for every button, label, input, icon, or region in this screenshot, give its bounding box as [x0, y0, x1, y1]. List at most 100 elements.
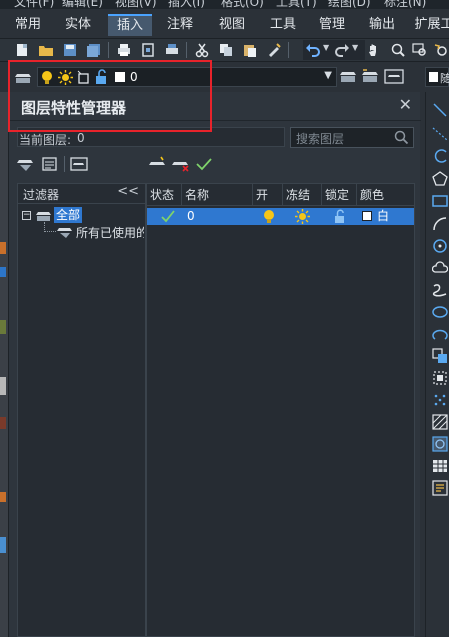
zoom-realtime-icon[interactable] [390, 42, 406, 58]
tab-annotate[interactable]: 注释 [160, 14, 200, 36]
unlock-icon[interactable] [334, 209, 347, 224]
ellipse-icon[interactable] [432, 304, 448, 320]
tab-insert[interactable]: 插入 [108, 14, 152, 36]
tree-toggle-icon[interactable]: − [22, 211, 31, 220]
menu-dimension[interactable]: 标注(N) [384, 0, 426, 9]
new-layer-icon[interactable] [149, 156, 167, 172]
plot-icon[interactable] [164, 42, 180, 58]
quick-access-toolbar: ▼ ▼ [0, 39, 449, 61]
column-name[interactable]: 名称 [182, 184, 253, 206]
zoom-window-icon[interactable] [412, 42, 428, 58]
sun-thawed-icon[interactable] [58, 70, 73, 85]
revision-cloud-icon[interactable] [432, 260, 448, 276]
table-icon[interactable] [432, 458, 448, 474]
layer-color-name[interactable]: 白 [377, 208, 389, 225]
insert-block-icon[interactable] [432, 348, 448, 364]
make-current-layer-icon[interactable] [339, 68, 357, 85]
panel-title: 图层特性管理器 [21, 99, 127, 117]
arc-icon[interactable] [432, 216, 448, 232]
circle-icon[interactable] [432, 238, 448, 254]
menu-edit[interactable]: 编辑(E) [62, 0, 103, 9]
print-icon[interactable] [116, 42, 132, 58]
menu-insert[interactable]: 插入(I) [168, 0, 205, 9]
column-freeze[interactable]: 冻结 [283, 184, 322, 206]
unlock-icon[interactable] [95, 69, 109, 85]
save-all-icon[interactable] [86, 42, 102, 58]
gradient-icon[interactable] [432, 436, 448, 452]
search-icon[interactable] [394, 130, 409, 145]
construction-line-icon[interactable] [432, 126, 448, 142]
ellipse-arc-icon[interactable] [432, 326, 448, 342]
menu-file[interactable]: 文件(F) [14, 0, 54, 9]
rectangle-icon[interactable] [432, 193, 448, 209]
tab-tools[interactable]: 工具 [263, 14, 303, 36]
tab-view[interactable]: 视图 [212, 14, 252, 36]
tab-extension[interactable]: 扩展工 [412, 14, 449, 36]
collapse-icon[interactable]: << [117, 184, 139, 199]
layer-color-swatch[interactable] [362, 211, 372, 221]
new-property-filter-icon[interactable] [17, 156, 35, 172]
table-row[interactable]: 0 白 [147, 208, 414, 225]
chevron-down-icon[interactable]: ▼ [324, 70, 332, 81]
column-color[interactable]: 颜色 [357, 184, 414, 206]
menu-view[interactable]: 视图(V) [115, 0, 157, 9]
copy-icon[interactable] [218, 42, 234, 58]
column-lock[interactable]: 锁定 [322, 184, 357, 206]
menu-format[interactable]: 格式(O) [221, 0, 264, 9]
layer-toolbar: 0 ▼ 随 [0, 61, 449, 92]
open-folder-icon[interactable] [38, 42, 54, 58]
layer-previous-icon[interactable] [361, 68, 379, 85]
tab-manage[interactable]: 管理 [312, 14, 352, 36]
paste-icon[interactable] [242, 42, 258, 58]
menu-tools[interactable]: 工具(T) [276, 0, 317, 9]
layer-dropdown[interactable]: 0 ▼ [37, 67, 337, 87]
point-icon[interactable] [432, 392, 448, 408]
print-preview-icon[interactable] [140, 42, 156, 58]
color-dropdown[interactable]: 随 [425, 67, 449, 87]
filter-used-icon [57, 228, 72, 238]
delete-layer-icon[interactable] [172, 156, 190, 172]
viewport-freeze-icon[interactable] [77, 70, 91, 85]
edge-fragment [0, 267, 6, 277]
redo-dropdown-icon[interactable]: ▼ [352, 43, 358, 52]
layer-manager-icon[interactable] [14, 69, 32, 85]
bulb-on-icon[interactable] [41, 70, 53, 85]
bulb-on-icon[interactable] [263, 209, 275, 224]
layer-states-icon[interactable] [384, 68, 404, 85]
sun-thawed-icon[interactable] [295, 209, 310, 224]
undo-dropdown-icon[interactable]: ▼ [323, 43, 329, 52]
redo-icon[interactable] [334, 42, 350, 58]
make-block-icon[interactable] [432, 370, 448, 386]
zoom-previous-icon[interactable] [433, 42, 449, 58]
edge-fragment [0, 377, 6, 395]
polygon-icon[interactable] [432, 171, 448, 187]
separator [288, 42, 289, 58]
new-file-icon[interactable] [14, 42, 30, 58]
hatch-icon[interactable] [432, 414, 448, 430]
polyline-icon[interactable] [432, 148, 448, 164]
tab-output[interactable]: 输出 [362, 14, 402, 36]
tab-common[interactable]: 常用 [8, 14, 48, 36]
close-icon[interactable]: ✕ [399, 95, 412, 114]
tree-item-all-used[interactable]: 所有已使用的图层 [76, 224, 144, 241]
cut-icon[interactable] [194, 42, 210, 58]
search-layer-input[interactable]: 搜索图层 [290, 127, 414, 148]
column-on[interactable]: 开 [253, 184, 283, 206]
match-properties-icon[interactable] [266, 42, 282, 58]
pan-hand-icon[interactable] [366, 42, 382, 58]
layer-name-cell[interactable]: 0 [187, 208, 195, 225]
multiline-text-icon[interactable] [432, 480, 448, 496]
column-status[interactable]: 状态 [147, 184, 182, 206]
tab-solid[interactable]: 实体 [58, 14, 98, 36]
spline-icon[interactable] [432, 282, 448, 298]
save-icon[interactable] [62, 42, 78, 58]
line-icon[interactable] [432, 102, 448, 118]
layer-states-manager-icon[interactable] [70, 156, 88, 172]
menu-bar: 文件(F) 编辑(E) 视图(V) 插入(I) 格式(O) 工具(T) 绘图(D… [0, 0, 449, 9]
current-check-icon [161, 210, 175, 223]
tree-item-all[interactable]: 全部 [54, 207, 83, 223]
menu-draw[interactable]: 绘图(D) [328, 0, 371, 9]
new-group-filter-icon[interactable] [41, 156, 59, 172]
set-current-check-icon[interactable] [195, 156, 213, 172]
undo-icon[interactable] [305, 42, 321, 58]
